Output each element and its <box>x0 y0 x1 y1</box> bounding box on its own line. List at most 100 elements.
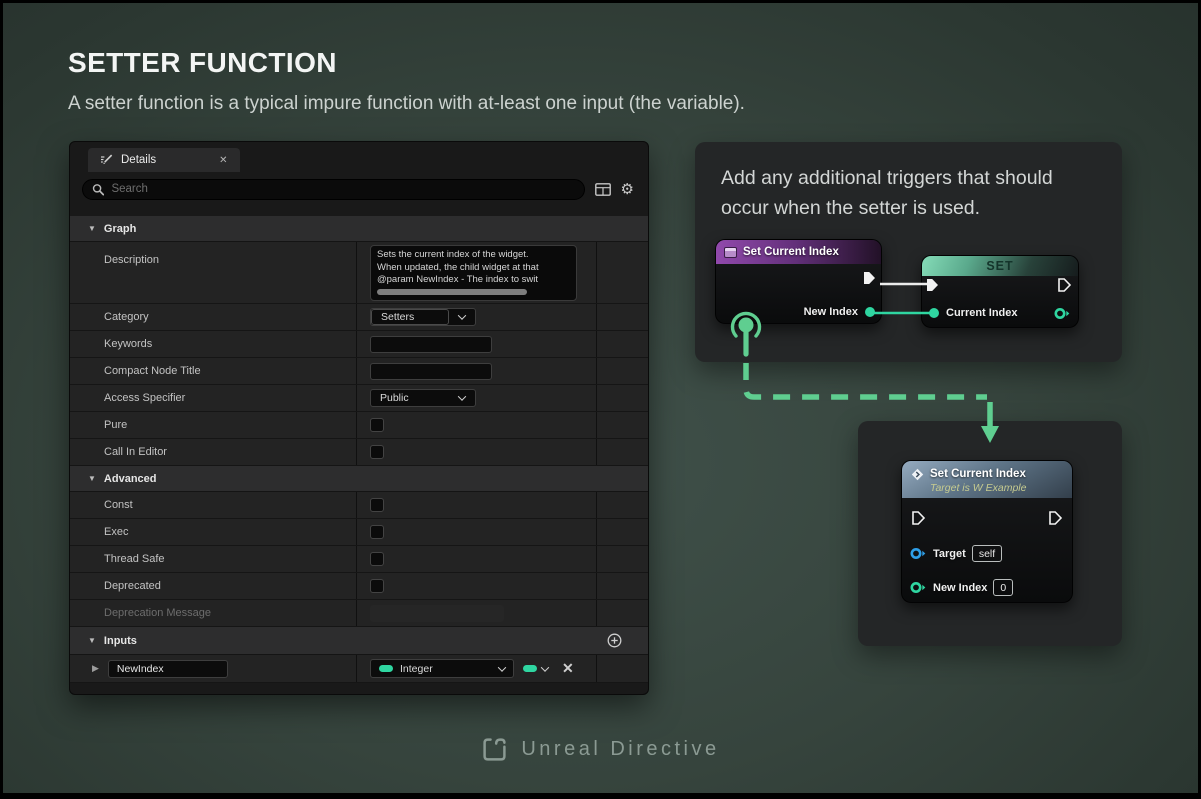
brand-text: Unreal Directive <box>521 738 719 761</box>
deprecation-message-label: Deprecation Message <box>104 607 211 619</box>
search-box[interactable] <box>82 179 585 200</box>
section-advanced[interactable]: ▼ Advanced <box>70 466 648 492</box>
const-checkbox[interactable] <box>370 498 384 512</box>
exec-label: Exec <box>104 526 128 538</box>
row-call-in-editor: Call In Editor <box>70 439 648 466</box>
access-specifier-dropdown[interactable]: Public <box>370 389 476 407</box>
category-dropdown[interactable]: Setters <box>370 308 476 326</box>
pure-label: Pure <box>104 419 127 431</box>
row-exec: Exec <box>70 519 648 546</box>
details-panel: Details ✕ ⚙ ▼ Graph <box>69 141 649 695</box>
section-advanced-label: Advanced <box>104 473 157 485</box>
new-index-value-box[interactable]: 0 <box>993 579 1013 596</box>
keywords-label: Keywords <box>104 338 152 350</box>
tab-details-label: Details <box>121 154 156 166</box>
row-description: Description Sets the current index of th… <box>70 242 648 304</box>
thread-safe-checkbox[interactable] <box>370 552 384 566</box>
settings-gear-icon[interactable]: ⚙ <box>621 182 634 197</box>
collapse-triangle-icon[interactable]: ▼ <box>88 474 96 483</box>
tab-details[interactable]: Details ✕ <box>88 148 240 172</box>
row-thread-safe: Thread Safe <box>70 546 648 573</box>
exec-output-pin[interactable] <box>1049 511 1062 525</box>
exec-output-pin[interactable] <box>863 271 876 285</box>
current-index-output-pin[interactable] <box>1054 307 1071 320</box>
call-in-editor-checkbox[interactable] <box>370 445 384 459</box>
exec-input-pin[interactable] <box>926 278 939 292</box>
node-title: SET <box>986 259 1013 273</box>
pure-checkbox[interactable] <box>370 418 384 432</box>
target-input-pin[interactable]: Target self <box>910 545 1002 562</box>
section-graph[interactable]: ▼ Graph <box>70 216 648 242</box>
remove-input-icon[interactable]: ✕ <box>562 660 574 677</box>
category-label: Category <box>104 311 149 323</box>
search-input[interactable] <box>111 183 574 195</box>
new-index-output-pin[interactable]: New Index <box>804 306 876 318</box>
section-inputs[interactable]: ▼ Inputs <box>70 627 648 655</box>
exec-output-pin[interactable] <box>1058 278 1071 292</box>
pencil-icon <box>100 153 114 167</box>
flow-panel: Add any additional triggers that should … <box>695 142 1122 362</box>
section-graph-label: Graph <box>104 223 136 235</box>
input-type-dropdown[interactable]: Integer <box>370 659 514 678</box>
node-title: Set Current Index <box>930 468 1026 480</box>
integer-pin-icon <box>928 307 940 319</box>
node-title: Set Current Index <box>743 246 839 258</box>
deprecated-label: Deprecated <box>104 580 161 592</box>
row-access-specifier: Access Specifier Public <box>70 385 648 412</box>
node-set-current-index-call[interactable]: Set Current Index Target is W Example <box>901 460 1073 603</box>
container-type-pill-icon <box>523 665 537 672</box>
description-textbox[interactable]: Sets the current index of the widget. Wh… <box>370 245 577 301</box>
chevron-down-icon <box>541 663 549 671</box>
description-line: When updated, the child widget at that <box>377 262 570 275</box>
function-diamond-icon <box>911 468 924 481</box>
integer-pin-icon <box>1054 307 1071 320</box>
result-panel: Set Current Index Target is W Example <box>858 421 1122 646</box>
integer-type-pill-icon <box>379 665 393 672</box>
background: SETTER FUNCTION A setter function is a t… <box>3 3 1198 793</box>
description-label: Description <box>104 254 159 266</box>
add-input-icon[interactable] <box>607 633 622 648</box>
description-line: @param NewIndex - The index to swit <box>377 274 570 287</box>
call-in-editor-label: Call In Editor <box>104 446 167 458</box>
exec-checkbox[interactable] <box>370 525 384 539</box>
category-value: Setters <box>381 311 414 323</box>
search-icon <box>92 183 104 196</box>
pin-label: New Index <box>804 306 858 318</box>
widget-icon <box>724 247 737 258</box>
footer-brand: Unreal Directive <box>3 736 1198 763</box>
exec-pin-icon <box>926 278 939 292</box>
exec-input-pin[interactable] <box>912 511 925 525</box>
row-category: Category Setters <box>70 304 648 331</box>
access-specifier-value: Public <box>380 392 409 404</box>
column-view-icon[interactable] <box>595 183 611 196</box>
node-set[interactable]: SET Current Index <box>921 255 1079 328</box>
node-subtitle: Target is W Example <box>930 482 1026 494</box>
chevron-down-icon <box>458 392 466 400</box>
exec-pin-icon <box>863 271 876 285</box>
input-name-field[interactable]: NewIndex <box>108 660 228 678</box>
node-set-current-index[interactable]: Set Current Index New Index <box>715 239 882 324</box>
object-pin-icon <box>910 547 927 560</box>
container-type-dropdown[interactable] <box>523 665 548 672</box>
expand-triangle-icon[interactable]: ▶ <box>92 663 99 674</box>
collapse-triangle-icon[interactable]: ▼ <box>88 636 96 645</box>
deprecated-checkbox[interactable] <box>370 579 384 593</box>
keywords-input[interactable] <box>370 336 492 353</box>
compact-node-title-input[interactable] <box>370 363 492 380</box>
row-deprecation-message: Deprecation Message <box>70 600 648 627</box>
page-title: SETTER FUNCTION <box>68 47 337 79</box>
collapse-triangle-icon[interactable]: ▼ <box>88 224 96 233</box>
close-icon[interactable]: ✕ <box>219 155 227 166</box>
description-scrollbar[interactable] <box>377 289 527 295</box>
chevron-down-icon <box>458 311 466 319</box>
dashed-connector <box>746 363 987 397</box>
target-value-box[interactable]: self <box>972 545 1002 562</box>
exec-pin-icon <box>1058 278 1071 292</box>
search-row: ⚙ <box>70 172 648 206</box>
new-index-input-pin[interactable]: New Index 0 <box>910 579 1013 596</box>
current-index-input-pin[interactable]: Current Index <box>928 307 1018 319</box>
const-label: Const <box>104 499 133 511</box>
row-deprecated: Deprecated <box>70 573 648 600</box>
tab-bar: Details ✕ <box>70 142 648 172</box>
exec-pin-icon <box>912 511 925 525</box>
